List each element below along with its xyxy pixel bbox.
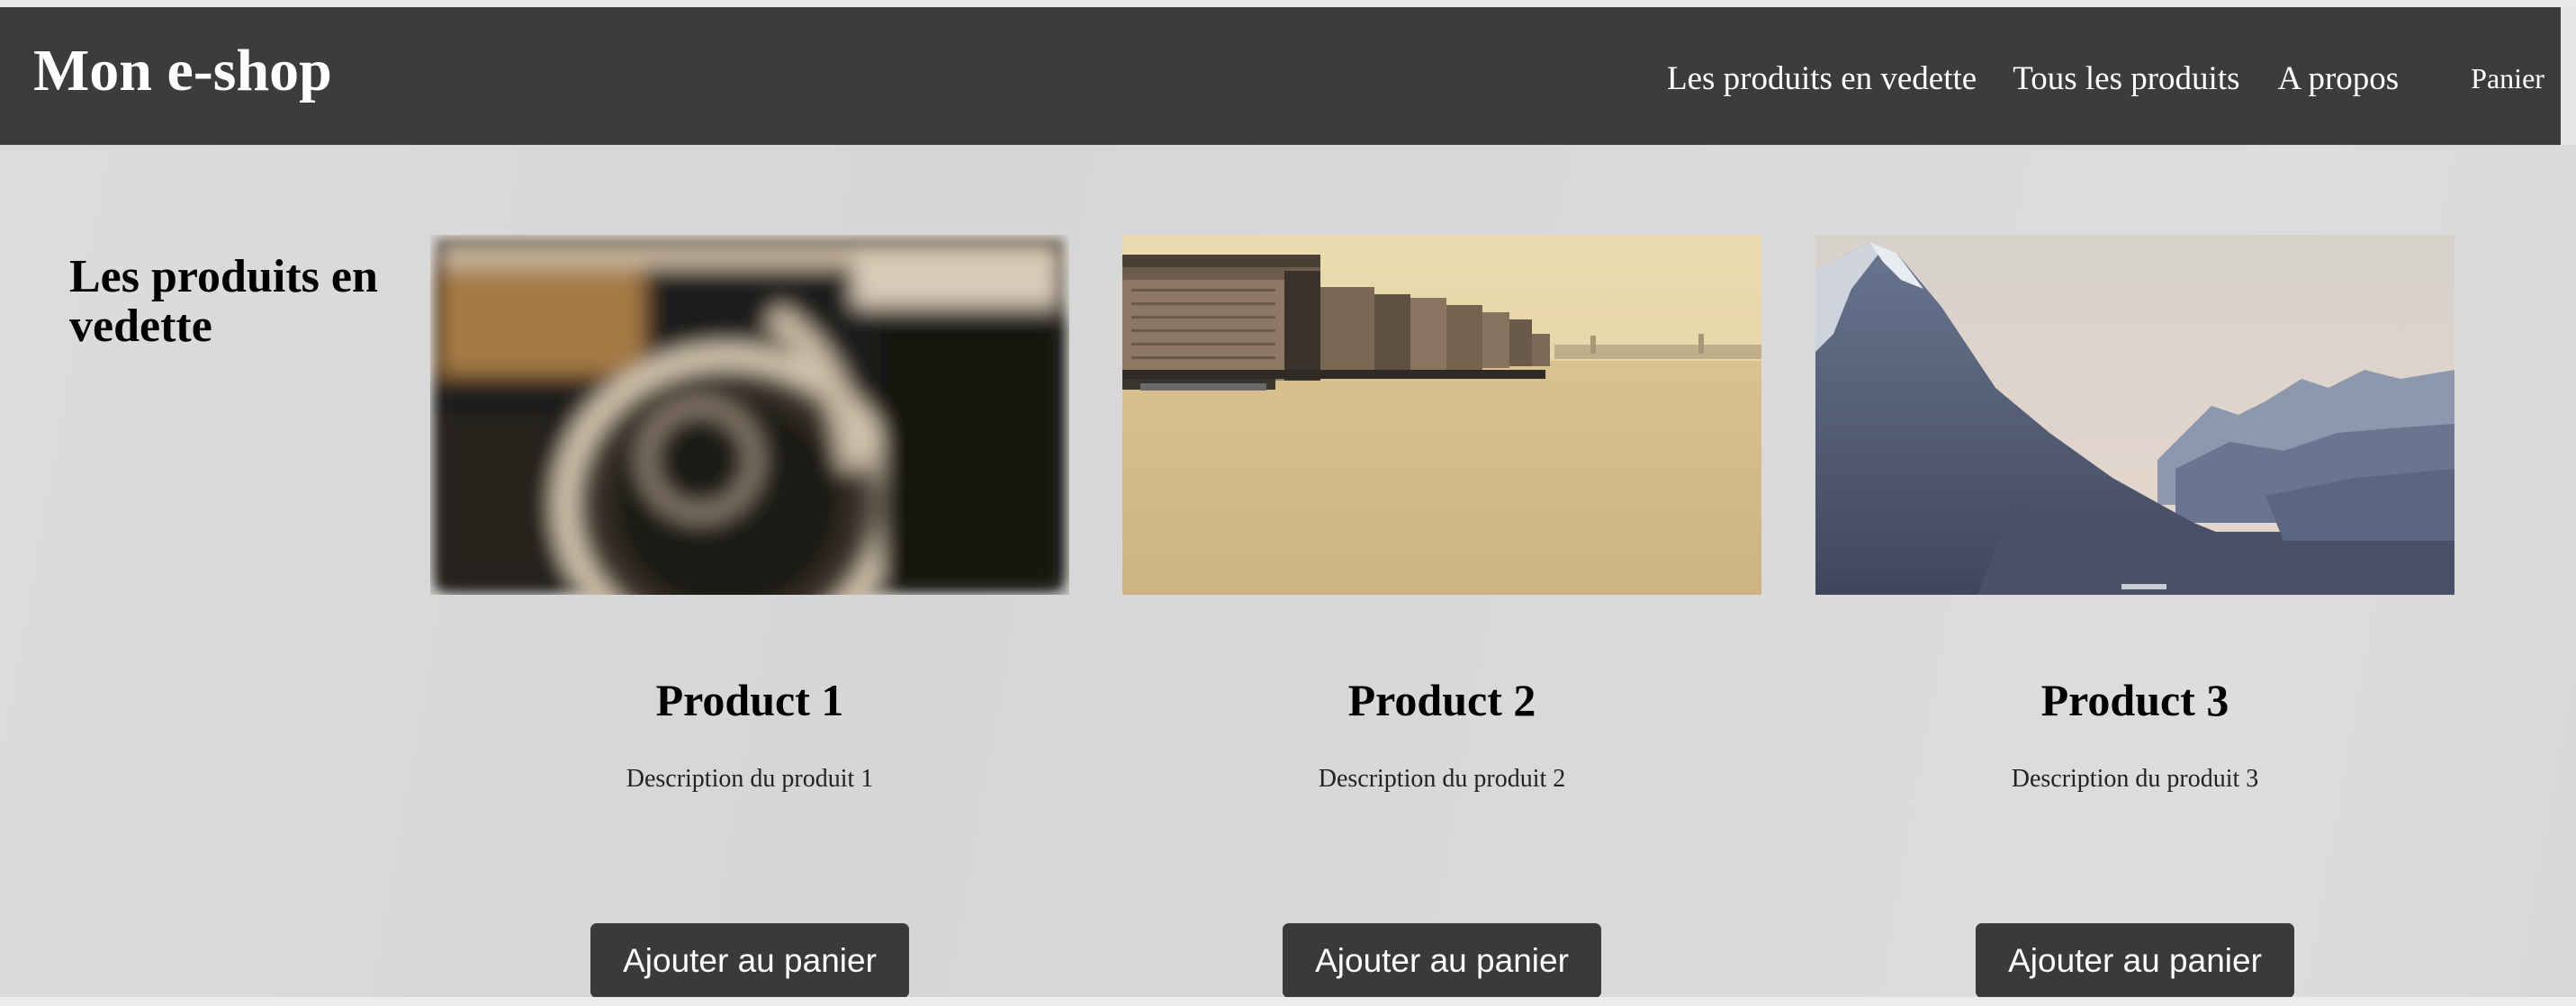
add-to-cart-button[interactable]: Ajouter au panier — [1976, 923, 2294, 998]
nav-link-cart[interactable]: Panier — [2471, 62, 2544, 95]
nav-link-featured[interactable]: Les produits en vedette — [1667, 59, 1977, 98]
main-nav: Les produits en vedette Tous les produit… — [1667, 59, 2544, 98]
product-description: Description du produit 2 — [1318, 765, 1566, 793]
top-strip — [0, 0, 2576, 7]
product-name: Product 1 — [655, 675, 844, 725]
product-name: Product 3 — [2040, 675, 2229, 725]
product-description: Description du produit 3 — [2011, 765, 2259, 793]
site-header: Mon e-shop Les produits en vedette Tous … — [0, 7, 2561, 145]
product-card: Product 1 Description du produit 1 Ajout… — [430, 235, 1069, 998]
featured-products-section: Les produits en vedette Product 1 Descri… — [0, 145, 2576, 998]
bottom-strip — [0, 997, 2576, 1006]
product-image-riverside — [1122, 235, 1761, 595]
product-image-mountains — [1815, 235, 2454, 595]
nav-link-all-products[interactable]: Tous les produits — [2013, 59, 2239, 98]
product-image-camera — [430, 235, 1069, 595]
product-name: Product 2 — [1347, 675, 1536, 725]
nav-link-about[interactable]: A propos — [2278, 59, 2400, 98]
product-card: Product 2 Description du produit 2 Ajout… — [1122, 235, 1761, 998]
product-description: Description du produit 1 — [626, 765, 874, 793]
add-to-cart-button[interactable]: Ajouter au panier — [1283, 923, 1601, 998]
section-title: Les produits en vedette — [69, 251, 378, 352]
add-to-cart-button[interactable]: Ajouter au panier — [590, 923, 909, 998]
site-logo[interactable]: Mon e-shop — [33, 41, 332, 101]
product-card: Product 3 Description du produit 3 Ajout… — [1815, 235, 2454, 998]
